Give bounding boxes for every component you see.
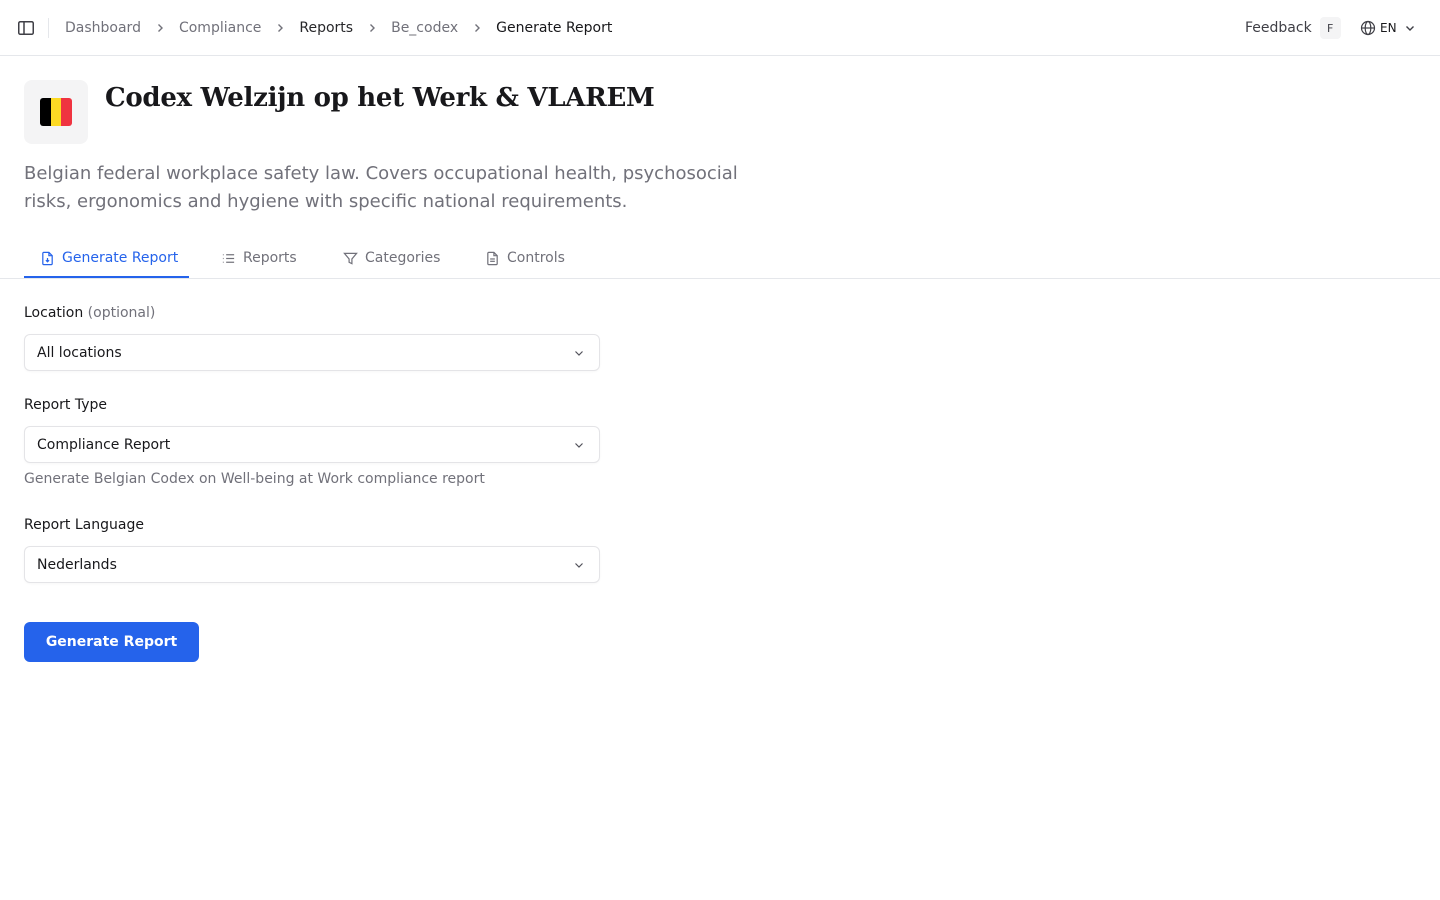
list-icon — [222, 253, 235, 263]
flag-stripe-yellow — [50, 98, 62, 126]
chevron-right-icon — [152, 20, 168, 36]
report-type-hint: Generate Belgian Codex on Well-being at … — [24, 471, 485, 487]
report-language-label: Report Language — [24, 517, 144, 533]
location-label: Location (optional) — [24, 305, 155, 321]
feedback-button[interactable]: Feedback F — [1245, 17, 1341, 39]
breadcrumb-compliance[interactable]: Compliance — [179, 20, 261, 36]
chevron-down-icon — [1404, 22, 1416, 34]
report-type-label: Report Type — [24, 397, 108, 413]
location-select-value: All locations — [37, 344, 122, 361]
flag-stripe-red — [61, 98, 72, 126]
location-select[interactable]: All locations — [24, 334, 600, 371]
breadcrumb: Dashboard Compliance Reports Be_codex Ge… — [65, 0, 612, 56]
report-type-select[interactable]: Compliance Report — [24, 426, 600, 463]
tab-categories[interactable]: Categories — [343, 238, 440, 278]
language-code: EN — [1380, 21, 1397, 35]
tab-controls[interactable]: Controls — [485, 238, 565, 278]
chevron-down-icon — [573, 439, 585, 455]
document-icon — [487, 251, 498, 265]
active-tab-indicator — [24, 276, 189, 278]
feedback-label: Feedback — [1245, 20, 1312, 36]
country-flag-tile — [24, 80, 88, 144]
belgium-flag-icon — [40, 98, 72, 126]
flag-stripe-black — [40, 98, 51, 126]
filter-icon — [343, 252, 358, 265]
sidebar-toggle-icon[interactable] — [16, 18, 36, 38]
tab-label: Categories — [365, 250, 441, 266]
chevron-right-icon — [364, 20, 380, 36]
report-language-select-value: Nederlands — [37, 556, 117, 573]
breadcrumb-current: Generate Report — [496, 20, 613, 36]
tab-bar: Generate Report Reports Categories Contr… — [0, 238, 1440, 279]
report-language-select[interactable]: Nederlands — [24, 546, 600, 583]
globe-icon — [1360, 20, 1376, 36]
language-selector[interactable]: EN — [1360, 18, 1416, 38]
tab-label: Reports — [243, 250, 297, 266]
tab-generate-report[interactable]: Generate Report — [40, 238, 178, 278]
breadcrumb-reports[interactable]: Reports — [299, 20, 353, 36]
topbar-divider — [48, 18, 49, 38]
page-description: Belgian federal workplace safety law. Co… — [24, 163, 738, 212]
page-title: Codex Welzijn op het Werk & VLAREM — [105, 83, 655, 113]
report-type-select-value: Compliance Report — [37, 436, 171, 453]
feedback-shortcut-badge: F — [1319, 17, 1341, 39]
tab-label: Controls — [507, 250, 565, 266]
file-download-icon — [42, 251, 53, 265]
top-bar: Dashboard Compliance Reports Be_codex Ge… — [0, 0, 1440, 56]
location-label-text: Location — [24, 305, 84, 321]
chevron-down-icon — [573, 347, 585, 363]
tab-reports[interactable]: Reports — [221, 238, 297, 278]
tab-label: Generate Report — [62, 250, 179, 266]
generate-report-button[interactable]: Generate Report — [24, 622, 199, 662]
chevron-right-icon — [272, 20, 288, 36]
chevron-right-icon — [469, 20, 485, 36]
breadcrumb-be-codex[interactable]: Be_codex — [391, 20, 458, 36]
chevron-down-icon — [573, 559, 585, 575]
optional-hint: (optional) — [87, 305, 156, 321]
breadcrumb-dashboard[interactable]: Dashboard — [65, 20, 141, 36]
